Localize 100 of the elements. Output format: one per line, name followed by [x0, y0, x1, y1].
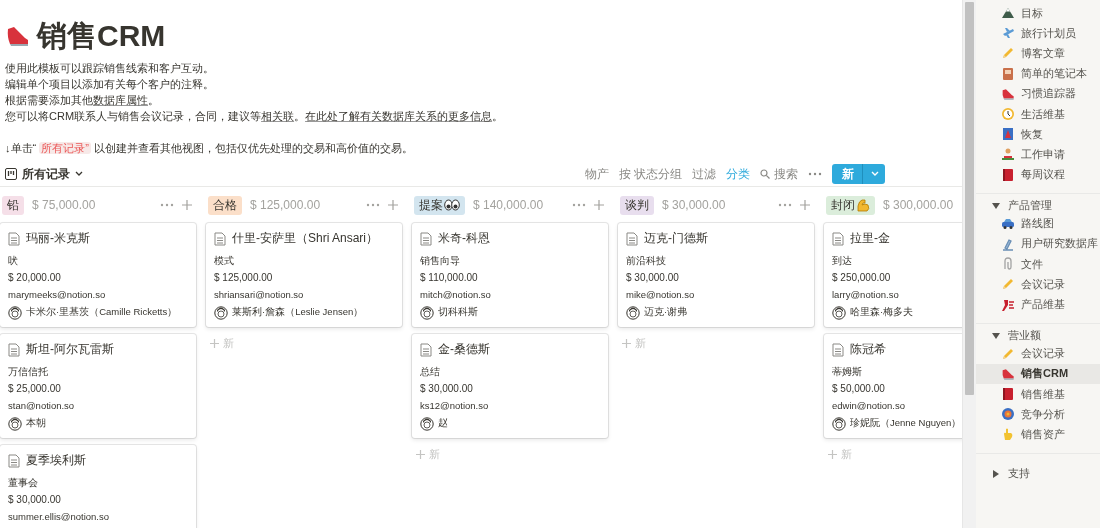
deal-card[interactable]: 陈冠希 蒂姆斯 $ 50,000.00 edwin@notion.so 珍妮阮（Jenne Nguyen） — [824, 334, 962, 438]
pencil-icon — [1001, 346, 1015, 361]
column-total: $ 300,000.00 — [883, 198, 954, 212]
more-icon — [366, 203, 380, 207]
section-header[interactable]: 营业额 — [976, 323, 1100, 344]
deal-amount: $ 250,000.00 — [832, 272, 891, 283]
more-icon — [572, 203, 586, 207]
sidebar-item[interactable]: 每周议程 — [976, 164, 1100, 185]
person-name: 迈克·谢弗 — [644, 306, 688, 319]
airplane-icon — [1001, 26, 1015, 41]
toolbar-button[interactable]: 按 状态分组 — [618, 165, 682, 183]
sidebar-item[interactable]: 会议记录 — [976, 274, 1100, 295]
plus-icon — [800, 200, 810, 210]
deal-amount: $ 20,000.00 — [8, 272, 61, 283]
column-total: $ 125,000.00 — [250, 198, 321, 212]
sidebar-item[interactable]: 简单的笔记本 — [976, 63, 1100, 84]
sidebar-item[interactable]: 工作申请 — [976, 144, 1100, 165]
document-icon — [8, 231, 20, 246]
deal-card[interactable]: 米奇-科恩 销售向导 $ 110,000.00 mitch@notion.so 切科科斯 — [412, 223, 608, 327]
book-icon — [1001, 387, 1015, 402]
status-tag: 谈判 — [620, 195, 654, 215]
sidebar-item[interactable]: 销售资产 — [976, 424, 1100, 445]
card-title: 玛丽-米克斯 — [26, 230, 90, 247]
avatar-icon — [832, 305, 846, 320]
email-address: mike@notion.so — [626, 289, 695, 300]
sidebar-item[interactable]: 用户研究数据库 — [976, 233, 1100, 255]
scrollbar-thumb[interactable] — [965, 2, 974, 395]
sidebar-item[interactable]: 恢复 — [976, 124, 1100, 145]
sidebar-item[interactable]: 路线图 — [976, 213, 1100, 234]
company-name: 模式 — [214, 255, 234, 266]
search-icon — [760, 169, 770, 179]
sidebar-item[interactable]: 会议记录 — [976, 343, 1100, 364]
sidebar-item[interactable]: 竞争分析 — [976, 404, 1100, 425]
document-icon — [8, 342, 20, 357]
sidebar-item[interactable]: 生活维基 — [976, 103, 1100, 125]
link[interactable]: 相关联 — [261, 110, 295, 122]
deal-card[interactable]: 斯坦-阿尔瓦雷斯 万信信托 $ 25,000.00 stan@notion.so 本朝 — [0, 334, 196, 438]
sidebar-item[interactable]: 销售CRM — [976, 363, 1100, 384]
plus-icon — [388, 200, 398, 210]
deal-amount: $ 110,000.00 — [420, 272, 478, 283]
deal-card[interactable]: 夏季埃利斯 董事会 $ 30,000.00 summer.ellis@notion.so — [0, 445, 196, 528]
person-name: 切科科斯 — [438, 306, 478, 319]
email-address: ks12@notion.so — [420, 400, 489, 411]
description-line: ↓单击“ 所有记录” 以创建并查看其他视图，包括仅优先处理的交易和高价值的交易。 — [5, 141, 414, 156]
document-icon — [626, 231, 638, 246]
avatar-icon — [8, 416, 22, 431]
deal-amount: $ 25,000.00 — [8, 383, 61, 394]
board-view-icon — [5, 168, 17, 180]
status-tag: 合格 — [208, 195, 242, 215]
sidebar-item[interactable]: 文件 — [976, 254, 1100, 275]
search-button[interactable]: 搜索 — [760, 165, 798, 183]
sneaker-icon — [1001, 366, 1015, 381]
description-line: 您可以将CRM联系人与销售会议记录，合同，建议等相关联。在此处了解有关数据库关系的更多信息。 — [5, 109, 505, 124]
section-header[interactable]: 产品管理 — [976, 193, 1100, 214]
avatar-icon — [420, 416, 434, 431]
toolbar-button[interactable]: 过滤 — [692, 165, 716, 183]
section-header[interactable]: 支持 — [976, 461, 1100, 482]
car-icon — [1001, 216, 1015, 231]
deal-card[interactable]: 拉里-金 到达 $ 250,000.00 larry@notion.so 哈里森·梅多夫 — [824, 223, 962, 327]
deal-card[interactable]: 金-桑德斯 总结 $ 30,000.00 ks12@notion.so 赵 — [412, 334, 608, 438]
column-total: $ 30,000.00 — [662, 198, 726, 212]
email-address: stan@notion.so — [8, 400, 75, 411]
email-address: larry@notion.so — [832, 289, 899, 300]
link[interactable]: 在此处了解有关数据库关系的更多信息 — [305, 110, 493, 122]
company-name: 前沿科技 — [626, 255, 666, 266]
deal-card[interactable]: 玛丽-米克斯 吠 $ 20,000.00 marymeeks@notion.so 卡米尔·里基茨（Camille Ricketts） — [0, 223, 196, 327]
sidebar-item[interactable]: 目标 — [976, 3, 1100, 24]
deal-card[interactable]: 什里-安萨里（Shri Ansari） 模式 $ 125,000.00 shriansari@notion.so 莱斯利·詹森（Leslie Jensen） — [206, 223, 402, 327]
avatar-icon — [420, 305, 434, 320]
card-title: 陈冠希 — [850, 341, 886, 358]
deal-amount: $ 50,000.00 — [832, 383, 885, 394]
document-icon — [8, 453, 20, 468]
link[interactable]: 数据库属性 — [93, 94, 148, 106]
sidebar-item[interactable]: 旅行计划员 — [976, 23, 1100, 44]
column-total: $ 75,000.00 — [32, 198, 96, 212]
company-name: 蒂姆斯 — [832, 366, 862, 377]
card-title: 迈克-门德斯 — [644, 230, 708, 247]
sidebar-item[interactable]: 产品维基 — [976, 294, 1100, 315]
card-title: 米奇-科恩 — [438, 230, 490, 247]
status-tag: 铅 — [2, 195, 24, 215]
more-icon — [778, 203, 792, 207]
card-title: 斯坦-阿尔瓦雷斯 — [26, 341, 114, 358]
deal-card[interactable]: 迈克-门德斯 前沿科技 $ 30,000.00 mike@notion.so 迈克·谢弗 — [618, 223, 814, 327]
plus-icon — [594, 200, 604, 210]
sidebar-item[interactable]: 习惯追踪器 — [976, 83, 1100, 104]
plus-icon — [182, 200, 192, 210]
plus-icon — [828, 450, 837, 459]
plus-icon — [210, 339, 219, 348]
person-name: 卡米尔·里基茨（Camille Ricketts） — [26, 306, 178, 319]
avatar-icon — [214, 305, 228, 320]
view-selector[interactable]: 所有记录 — [5, 163, 83, 185]
email-address: summer.ellis@notion.so — [8, 511, 109, 522]
sidebar-item[interactable]: 销售维基 — [976, 384, 1100, 405]
person-name: 本朝 — [26, 417, 46, 430]
toolbar-button[interactable]: 物产 — [584, 165, 609, 183]
person-name: 珍妮阮（Jenne Nguyen） — [850, 417, 962, 430]
company-name: 总结 — [420, 366, 440, 377]
company-name: 吠 — [8, 255, 18, 266]
avatar-icon — [832, 416, 846, 431]
sidebar-item[interactable]: 博客文章 — [976, 43, 1100, 64]
